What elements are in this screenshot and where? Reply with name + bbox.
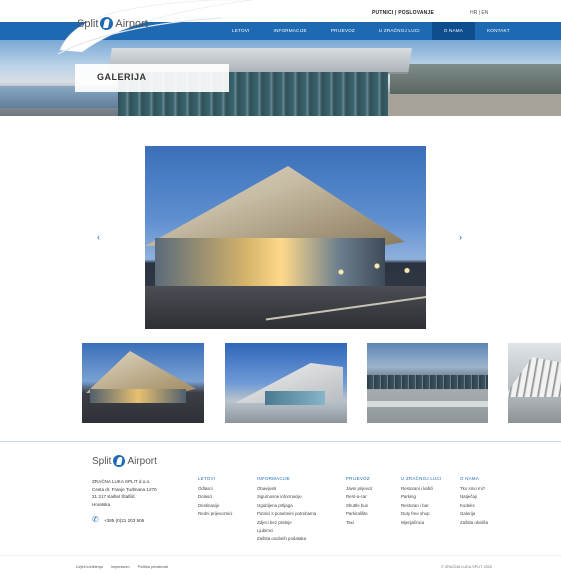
footer-column-heading[interactable]: O NAMA	[460, 476, 488, 481]
footer-logo[interactable]: Split Airport	[92, 455, 157, 467]
site-logo[interactable]: Split Airport	[52, 0, 252, 56]
footer-divider	[0, 441, 561, 442]
footer-link[interactable]: Zdjeci bez pratnje	[257, 519, 316, 527]
footer-link[interactable]: Destinacije	[198, 502, 232, 510]
footer-column: INFORMACIJE Obavijesti Sigurnosne informac…	[257, 476, 316, 544]
footer-link-list: Javni prijevoz Rent-a-car Shuttle bus Parki…	[346, 485, 373, 527]
footer-logo-text-airport: Airport	[127, 455, 157, 467]
nav-item-prijevoz[interactable]: PRIJEVOZ	[319, 22, 367, 40]
logo-text-airport: Airport	[115, 17, 148, 30]
footer-link[interactable]: Restorani i kafići	[401, 485, 442, 493]
footer-link[interactable]: Obavijesti	[257, 485, 316, 493]
footer-link[interactable]: Redni prijevoznici	[198, 510, 232, 518]
logo-text-split: Split	[77, 17, 99, 30]
footer-link[interactable]: Parking	[401, 493, 442, 501]
top-link-passengers[interactable]: PUTNICI	[372, 10, 393, 16]
footer-column: LETOVI Odlasci Dolasci Destinacije Redni pri…	[198, 476, 232, 519]
language-switcher: HR | EN	[470, 10, 489, 16]
top-link-business[interactable]: POSLOVANJE	[398, 10, 434, 16]
footer-link[interactable]: Parkiralište	[346, 510, 373, 518]
gallery-main-photo[interactable]	[145, 146, 426, 329]
gallery-thumbnails	[0, 343, 561, 423]
footer-link[interactable]: Sigurnosne informacije	[257, 493, 316, 501]
address-line: Hrvatska	[92, 501, 111, 507]
airport-logo-icon	[100, 17, 114, 30]
audience-switcher: PUTNICI | POSLOVANJE	[372, 10, 435, 16]
footer-link[interactable]: Odlasci	[198, 485, 232, 493]
footer-link[interactable]: Taxi	[346, 519, 373, 527]
gallery-thumbnail[interactable]	[367, 343, 488, 423]
copyright: © ZRAČNA LUKA SPLIT 2020	[441, 565, 493, 569]
footer-link[interactable]: Izgubljena prtljaga	[257, 502, 316, 510]
footer-link-list: Odlasci Dolasci Destinacije Redni prijevozn…	[198, 485, 232, 519]
page-title: GALERIJA	[97, 72, 147, 82]
footer-link[interactable]: Zaštita okoliša	[460, 519, 488, 527]
gallery-thumbnail[interactable]	[225, 343, 347, 423]
nav-item-informacije[interactable]: INFORMACIJE	[261, 22, 318, 40]
page-title-box: GALERIJA	[75, 64, 229, 92]
footer-column-heading[interactable]: LETOVI	[198, 476, 232, 481]
chevron-right-icon[interactable]: ›	[459, 232, 462, 242]
footer-link[interactable]: Restoran i bar	[401, 502, 442, 510]
footer-phone[interactable]: ✆ +385 (0)21 203 506	[92, 516, 144, 524]
footer-column-heading[interactable]: INFORMACIJE	[257, 476, 316, 481]
footer-column: PRIJEVOZ Javni prijevoz Rent-a-car Shuttle …	[346, 476, 373, 527]
page: PUTNICI | POSLOVANJE HR | EN LETOVI INFOR…	[0, 0, 561, 575]
footer-logo-text-split: Split	[92, 455, 112, 467]
phone-icon: ✆	[92, 515, 99, 524]
footer-column: U ZRAČNOJ LUCI Restorani i kafići Parking R…	[401, 476, 442, 527]
footer-link[interactable]: Shuttle bus	[346, 502, 373, 510]
lang-en[interactable]: EN	[481, 10, 488, 16]
legal-link-impressum[interactable]: Impressum	[111, 565, 130, 569]
footer-link[interactable]: Natječaji	[460, 493, 488, 501]
footer-link[interactable]: Zaštita osobnih podataka	[257, 535, 316, 543]
legal-link-privacy[interactable]: Politika privatnosti	[138, 565, 169, 569]
footer-link[interactable]: Rent-a-car	[346, 493, 373, 501]
legal-links: Uvjeti korištenja Impressum Politika pri…	[76, 565, 168, 569]
footer-link-list: Obavijesti Sigurnosne informacije Izgublje…	[257, 485, 316, 544]
address-line: ZRAČNA LUKA SPLIT d.o.o.	[92, 479, 151, 484]
footer-link[interactable]: Duty free shop	[401, 510, 442, 518]
footer-column-heading[interactable]: U ZRAČNOJ LUCI	[401, 476, 442, 481]
address-line: Cesta dr. Franje Tuđmana 1270	[92, 486, 157, 492]
footer-link[interactable]: Kodeks	[460, 502, 488, 510]
footer-link[interactable]: Javni prijevoz	[346, 485, 373, 493]
footer-link[interactable]: Ljubimci	[257, 527, 316, 535]
footer-link[interactable]: Dolasci	[198, 493, 232, 501]
nav-list: LETOVI INFORMACIJE PRIJEVOZ U ZRAČNOJ LUCI O…	[220, 22, 522, 40]
footer-column-heading[interactable]: PRIJEVOZ	[346, 476, 373, 481]
gallery-thumbnail[interactable]	[508, 343, 561, 423]
legal-link-terms[interactable]: Uvjeti korištenja	[76, 565, 103, 569]
nav-item-u-zra-noj-luci[interactable]: U ZRAČNOJ LUCI	[367, 22, 432, 40]
airport-logo-icon	[113, 455, 126, 467]
footer-link[interactable]: Galerija	[460, 510, 488, 518]
footer-column: O NAMA Tko smo mi? Natječaji Kodeks Galerija…	[460, 476, 488, 527]
chevron-left-icon[interactable]: ‹	[97, 232, 100, 242]
nav-item-kontakt[interactable]: KONTAKT	[475, 22, 522, 40]
nav-item-o-nama[interactable]: O NAMA	[431, 22, 476, 40]
logo-wordmark: Split Airport	[77, 17, 148, 30]
address-line: 21 217 Kaštel Štafilić	[92, 494, 135, 500]
footer-link[interactable]: Tko smo mi?	[460, 485, 488, 493]
lang-hr[interactable]: HR	[470, 10, 477, 16]
phone-number: +385 (0)21 203 506	[104, 517, 145, 523]
footer-link[interactable]: Mjenjačnica	[401, 519, 442, 527]
footer-link-list: Tko smo mi? Natječaji Kodeks Galerija Zaštit…	[460, 485, 488, 527]
footer-address: ZRAČNA LUKA SPLIT d.o.o. Cesta dr. Franj…	[92, 478, 157, 508]
footer-link[interactable]: Putnici s posebnim potrebama	[257, 510, 316, 518]
footer-bottom-bar: Uvjeti korištenja Impressum Politika pri…	[0, 555, 561, 575]
gallery-thumbnail[interactable]	[82, 343, 204, 423]
footer-link-list: Restorani i kafići Parking Restoran i bar D…	[401, 485, 442, 527]
